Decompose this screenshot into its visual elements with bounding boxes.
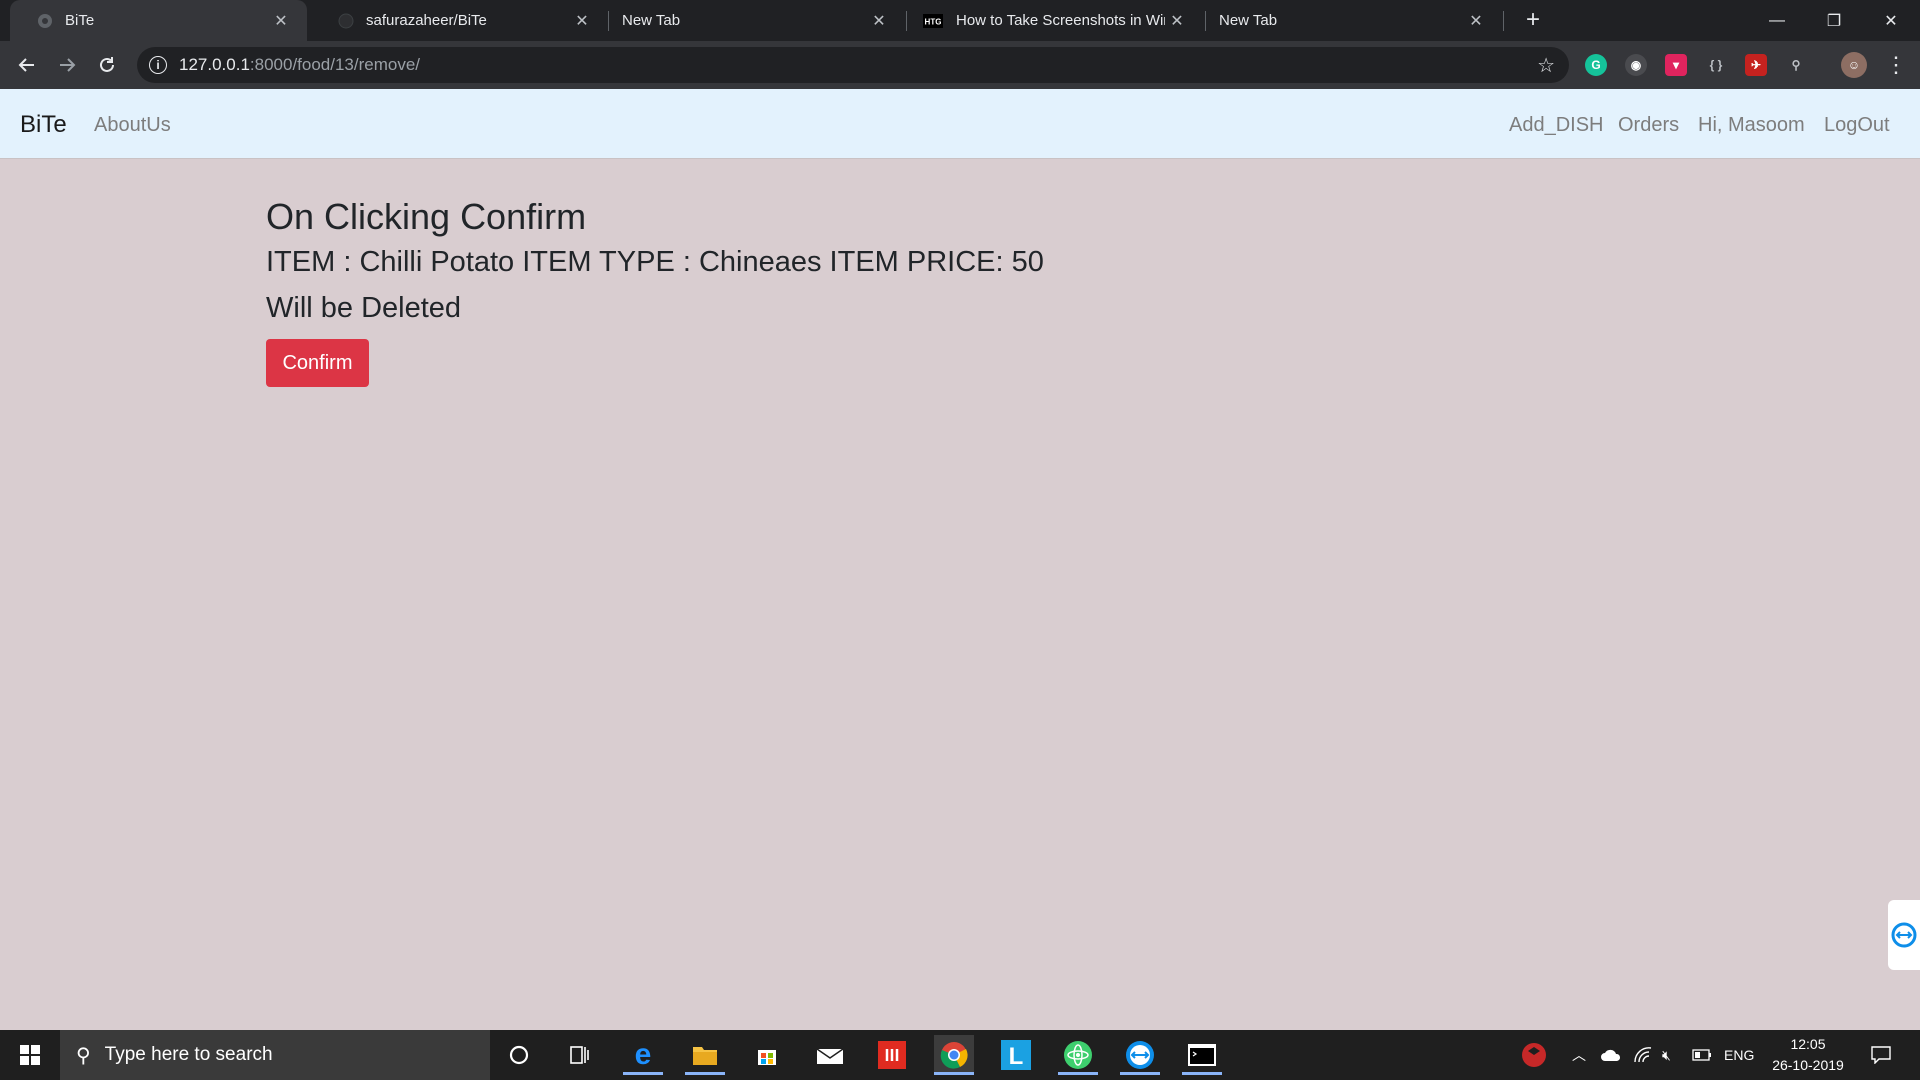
windows-taskbar: ⚲ Type here to search e L ︿ 🔇︎ ENG 12:05…: [0, 1030, 1920, 1080]
microsoft-store-icon[interactable]: [747, 1035, 787, 1075]
forward-arrow-icon: [60, 58, 76, 72]
nav-add-dish[interactable]: Add_DISH: [1509, 114, 1604, 137]
confirm-button[interactable]: Confirm: [266, 339, 369, 387]
edge-browser-icon[interactable]: e: [623, 1035, 663, 1075]
nav-logout[interactable]: LogOut: [1824, 114, 1890, 137]
atom-icon[interactable]: [1058, 1035, 1098, 1075]
browser-toolbar: i 127.0.0.1:8000/food/13/remove/ ☆ G ◉ ▾…: [0, 41, 1920, 89]
tab-title: BiTe: [65, 12, 95, 29]
address-bar[interactable]: i 127.0.0.1:8000/food/13/remove/ ☆: [137, 47, 1569, 83]
onedrive-icon[interactable]: [1600, 1030, 1622, 1080]
grammarly-extension-icon[interactable]: G: [1585, 54, 1607, 76]
page-heading: On Clicking Confirm: [266, 196, 587, 237]
main-content: On Clicking Confirm ITEM : Chilli Potato…: [266, 195, 1044, 387]
volume-muted-icon[interactable]: 🔇︎: [1662, 1030, 1671, 1080]
tab-close-icon[interactable]: ✕: [867, 9, 891, 33]
svg-text:L: L: [1009, 1043, 1024, 1070]
search-icon: ⚲: [76, 1044, 91, 1067]
tray-expand-icon[interactable]: ︿: [1572, 1030, 1586, 1080]
wifi-icon[interactable]: [1634, 1030, 1652, 1080]
notification-center-icon[interactable]: [1866, 1040, 1896, 1070]
globe-icon: [37, 13, 53, 29]
start-button[interactable]: [0, 1030, 60, 1080]
teamviewer-icon[interactable]: [1120, 1035, 1160, 1075]
battery-icon[interactable]: [1692, 1030, 1712, 1080]
github-icon: [338, 13, 354, 29]
browser-tab-strip: BiTe ✕ safurazaheer/BiTe ✕ New Tab ✕ HTG…: [0, 0, 1920, 41]
htg-icon: HTG: [922, 13, 944, 29]
nav-orders[interactable]: Orders: [1618, 114, 1679, 137]
site-navbar: BiTe AboutUs Add_DISH Orders Hi, Masoom …: [0, 89, 1920, 159]
browser-menu-icon[interactable]: ⋮: [1882, 51, 1910, 79]
bookmark-star-icon[interactable]: ☆: [1537, 53, 1555, 78]
item-details: ITEM : Chilli Potato ITEM TYPE : Chineae…: [266, 246, 1044, 278]
red-extension-icon[interactable]: ✈: [1745, 54, 1767, 76]
url-text: 127.0.0.1:8000/food/13/remove/: [179, 55, 421, 74]
tab-htg[interactable]: HTG How to Take Screenshots in Windc ✕: [906, 0, 1203, 41]
restore-button[interactable]: ❐: [1805, 0, 1863, 41]
clock-date: 26-10-2019: [1772, 1057, 1844, 1073]
tab-close-icon[interactable]: ✕: [1464, 9, 1488, 33]
pocket-extension-icon[interactable]: ▾: [1665, 54, 1687, 76]
nav-about-us[interactable]: AboutUs: [94, 114, 171, 137]
tab-close-icon[interactable]: ✕: [570, 9, 594, 33]
tab-title: New Tab: [1219, 12, 1278, 29]
reload-icon: [100, 57, 114, 72]
chrome-taskbar-icon[interactable]: [934, 1035, 974, 1075]
tab-bite[interactable]: BiTe ✕: [10, 0, 307, 41]
close-window-button[interactable]: ✕: [1862, 0, 1920, 41]
tab-separator: [1503, 11, 1504, 31]
profile-avatar[interactable]: ☺: [1841, 52, 1867, 78]
cortana-icon[interactable]: [499, 1035, 539, 1075]
tab-title: How to Take Screenshots in Windc: [956, 12, 1165, 29]
nav-user-greeting[interactable]: Hi, Masoom: [1698, 114, 1805, 137]
tray-app-icon[interactable]: [1521, 1030, 1547, 1080]
owl-extension-icon[interactable]: ◉: [1625, 54, 1647, 76]
back-button[interactable]: [10, 48, 44, 82]
windows-logo-icon: [20, 1045, 40, 1065]
new-tab-button[interactable]: +: [1518, 5, 1548, 35]
terminal-icon[interactable]: [1182, 1035, 1222, 1075]
tab-new-tab[interactable]: New Tab ✕: [608, 0, 905, 41]
tab-close-icon[interactable]: ✕: [1165, 9, 1189, 33]
taskbar-search-placeholder: Type here to search: [104, 1044, 273, 1065]
minimize-button[interactable]: —: [1748, 0, 1806, 41]
svg-text:HTG: HTG: [925, 17, 942, 26]
clock-time: 12:05: [1790, 1036, 1826, 1052]
mail-icon[interactable]: [810, 1035, 850, 1075]
back-arrow-icon: [18, 58, 34, 72]
deleted-notice: Will be Deleted: [266, 292, 462, 324]
reload-button[interactable]: [90, 48, 124, 82]
taskbar-search[interactable]: ⚲ Type here to search: [60, 1030, 490, 1080]
tab-title: safurazaheer/BiTe: [366, 12, 487, 29]
site-info-icon[interactable]: i: [149, 56, 167, 74]
media-app-icon[interactable]: [872, 1035, 912, 1075]
key-extension-icon[interactable]: ⚲: [1785, 54, 1807, 76]
language-indicator[interactable]: ENG: [1724, 1030, 1754, 1080]
json-extension-icon[interactable]: { }: [1705, 54, 1727, 76]
site-brand[interactable]: BiTe: [20, 111, 67, 139]
tab-title: New Tab: [622, 12, 681, 29]
l-app-icon[interactable]: L: [996, 1035, 1036, 1075]
taskbar-clock[interactable]: 12:05 26-10-2019: [1766, 1034, 1850, 1076]
file-explorer-icon[interactable]: [685, 1035, 725, 1075]
task-view-icon[interactable]: [560, 1035, 600, 1075]
forward-button[interactable]: [50, 48, 84, 82]
tab-github[interactable]: safurazaheer/BiTe ✕: [311, 0, 608, 41]
tab-close-icon[interactable]: ✕: [269, 9, 293, 33]
tab-new-tab-2[interactable]: New Tab ✕: [1205, 0, 1502, 41]
teamviewer-floating-icon[interactable]: [1888, 900, 1920, 970]
